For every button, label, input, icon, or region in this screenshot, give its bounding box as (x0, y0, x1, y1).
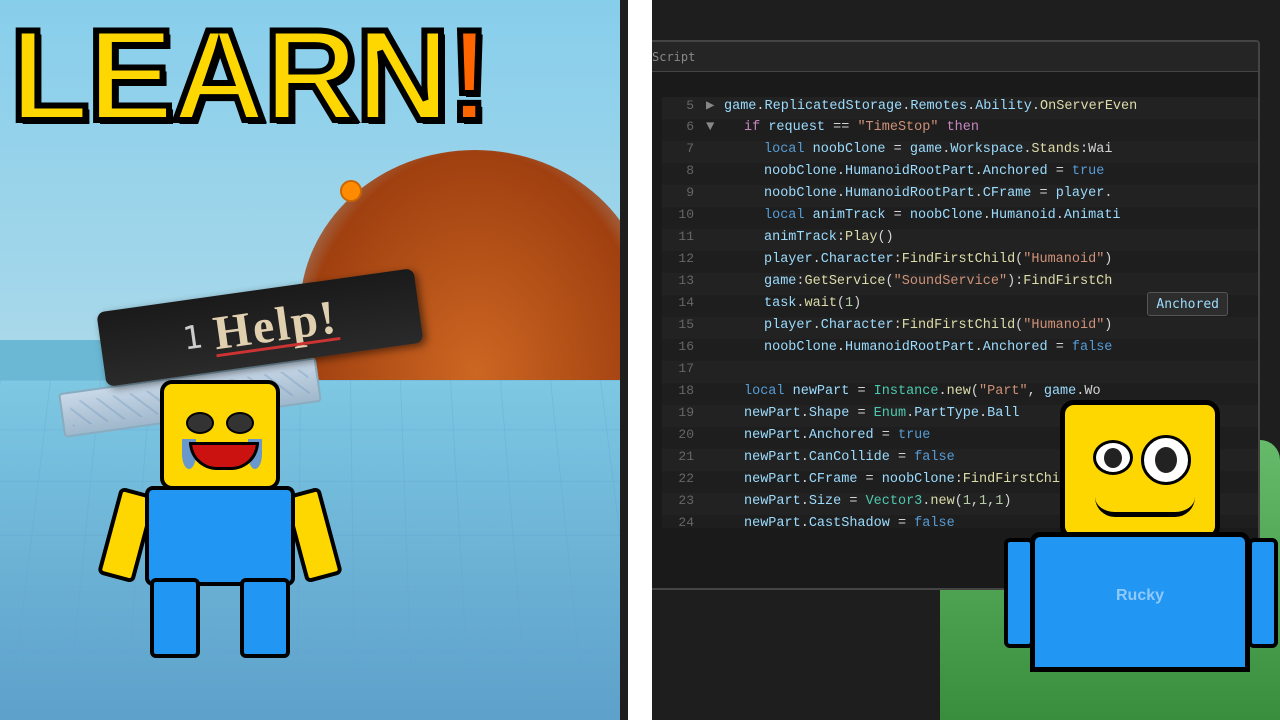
learn-title: LEARN! (10, 10, 489, 140)
char-left-body (145, 486, 295, 586)
code-line-8: 8 noobClone.HumanoidRootPart.Anchored = … (662, 163, 1258, 185)
anchored-tooltip: Anchored (1147, 292, 1228, 316)
code-line-16: 16 noobClone.HumanoidRootPart.Anchored =… (662, 339, 1258, 361)
help-sign-number: 1 (180, 317, 204, 357)
character-smiling: Rucky (1000, 380, 1280, 720)
char-left-leg-right (240, 578, 290, 658)
char-left-leg-left (150, 578, 200, 658)
char-left-eye-left (186, 412, 214, 434)
char-right-head (1060, 400, 1220, 540)
anchored-label: Anchored (1156, 297, 1219, 312)
char-right-body: Rucky (1030, 532, 1250, 672)
char-left-head (160, 380, 280, 490)
right-panel: Script 5 ▶ game.ReplicatedStorage.Remote… (620, 0, 1280, 720)
orange-dot (340, 180, 362, 202)
code-line-15: 15 player.Character:FindFirstChild("Huma… (662, 317, 1258, 339)
char-left-eye-right (226, 412, 254, 434)
char-right-arm-right (1248, 538, 1278, 648)
hoodie-brand-text: Rucky (1116, 587, 1164, 605)
code-line-11: 11 animTrack:Play() (662, 229, 1258, 251)
help-sign-text: Help! (210, 289, 341, 361)
char-right-mouth (1095, 497, 1195, 517)
exclamation-mark: ! (448, 2, 489, 148)
code-line-9: 9 noobClone.HumanoidRootPart.CFrame = pl… (662, 185, 1258, 207)
learn-text: LEARN (10, 2, 448, 148)
code-line-12: 12 player.Character:FindFirstChild("Huma… (662, 251, 1258, 273)
char-left-mouth (189, 442, 259, 470)
character-crying (130, 380, 310, 660)
code-line-10: 10 local animTrack = noobClone.Humanoid.… (662, 207, 1258, 229)
code-line-7: 7 local noobClone = game.Workspace.Stand… (662, 141, 1258, 163)
code-line-5: 5 ▶ game.ReplicatedStorage.Remotes.Abili… (662, 97, 1258, 119)
char-right-eye-right (1141, 435, 1191, 485)
char-right-eye-left (1093, 440, 1133, 475)
editor-tab: Script (652, 50, 695, 64)
code-line-6: 6 ▼ if request == "TimeStop" then (662, 119, 1258, 141)
left-panel: LEARN! 1 Help! (0, 0, 640, 720)
